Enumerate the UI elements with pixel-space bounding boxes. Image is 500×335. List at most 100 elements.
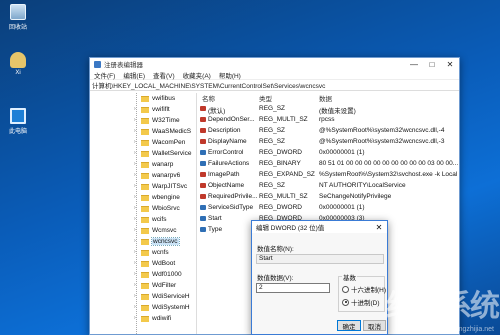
address-bar[interactable]: 计算机\HKEY_LOCAL_MACHINE\SYSTEM\CurrentCon… bbox=[90, 80, 459, 91]
column-header-type[interactable]: 类型 bbox=[259, 93, 272, 103]
tree-item[interactable]: › Wcmsvc bbox=[90, 225, 196, 236]
column-header-name[interactable]: 名称 bbox=[202, 93, 215, 103]
menu-edit[interactable]: 编辑(E) bbox=[123, 70, 145, 80]
value-row[interactable]: DependOnSer... REG_MULTI_SZ rpcss bbox=[198, 114, 459, 125]
tree-item[interactable]: › wdiwifi bbox=[90, 313, 196, 324]
tree-item-label: wanarp bbox=[152, 161, 174, 168]
expand-chevron-icon[interactable]: › bbox=[134, 151, 139, 156]
tree-item[interactable]: › WdiSystemH bbox=[90, 302, 196, 313]
expand-chevron-icon[interactable]: › bbox=[134, 228, 139, 233]
expand-chevron-icon[interactable]: › bbox=[134, 250, 139, 255]
dialog-title[interactable]: 编辑 DWORD (32 位)值 bbox=[252, 221, 387, 233]
value-row[interactable]: FailureActions REG_BINARY 80 51 01 00 00 0… bbox=[198, 158, 459, 169]
expand-chevron-icon[interactable]: › bbox=[134, 272, 139, 277]
radio-hex-label: 十六进制(H) bbox=[351, 287, 387, 294]
folder-icon bbox=[141, 172, 149, 179]
desktop-icon-recycle-bin[interactable]: 回收站 bbox=[4, 4, 32, 31]
value-data: 80 51 01 00 00 00 00 00 00 00 00 00 03 0… bbox=[319, 160, 459, 167]
expand-chevron-icon[interactable]: › bbox=[134, 316, 139, 321]
desktop-icon-user[interactable]: Xi bbox=[4, 52, 32, 76]
tree-item[interactable]: › W32Time bbox=[90, 115, 196, 126]
tree-item-label: WbioSrvc bbox=[152, 205, 180, 212]
menu-help[interactable]: 帮助(H) bbox=[219, 70, 241, 80]
expand-chevron-icon[interactable]: › bbox=[134, 206, 139, 211]
value-row[interactable]: ErrorControl REG_DWORD 0x00000001 (1) bbox=[198, 147, 459, 158]
value-row[interactable]: ServiceSidType REG_DWORD 0x00000001 (1) bbox=[198, 202, 459, 213]
value-row[interactable]: ImagePath REG_EXPAND_SZ %SystemRoot%\Syste… bbox=[198, 169, 459, 180]
tree-item[interactable]: › wanarpv6 bbox=[90, 170, 196, 181]
expand-chevron-icon[interactable]: › bbox=[134, 294, 139, 299]
column-header-data[interactable]: 数据 bbox=[319, 93, 332, 103]
value-row[interactable]: Description REG_SZ @%SystemRoot%\system32\… bbox=[198, 125, 459, 136]
expand-chevron-icon[interactable]: › bbox=[134, 107, 139, 112]
tree-item[interactable]: › WalletService bbox=[90, 148, 196, 159]
binary-value-icon bbox=[200, 216, 206, 221]
expand-chevron-icon[interactable]: › bbox=[134, 217, 139, 222]
value-name: ObjectName bbox=[208, 182, 245, 189]
value-row[interactable]: ObjectName REG_SZ NT AUTHORITY\LocalServic… bbox=[198, 180, 459, 191]
expand-chevron-icon[interactable]: › bbox=[134, 129, 139, 134]
expand-chevron-icon[interactable]: › bbox=[134, 118, 139, 123]
desktop-icon-label: 回收站 bbox=[8, 25, 27, 31]
tree-item[interactable]: › WdFilter bbox=[90, 280, 196, 291]
value-row[interactable]: (默认) REG_SZ (数值未设置) bbox=[198, 103, 459, 115]
tree-item-label: wcifs bbox=[152, 216, 167, 223]
menu-favorites[interactable]: 收藏夹(A) bbox=[183, 70, 211, 80]
expand-chevron-icon[interactable]: › bbox=[134, 239, 139, 244]
cancel-button[interactable]: 取消 bbox=[363, 320, 386, 331]
window-titlebar[interactable]: 注册表编辑器 — □ ✕ bbox=[90, 58, 459, 70]
value-name-field: Start bbox=[256, 254, 384, 264]
tree-item-label: W32Time bbox=[152, 117, 180, 124]
folder-icon bbox=[141, 216, 149, 223]
tree-item[interactable]: vwifibus bbox=[90, 93, 196, 104]
close-button[interactable]: ✕ bbox=[441, 58, 459, 70]
value-data: 0x00000001 (1) bbox=[319, 149, 365, 156]
tree-item[interactable]: › Wdf01000 bbox=[90, 269, 196, 280]
expand-chevron-icon[interactable]: › bbox=[134, 173, 139, 178]
dialog-close-button[interactable]: ✕ bbox=[373, 221, 385, 233]
tree-item-label: WdiSystemH bbox=[152, 304, 190, 311]
tree-item[interactable]: › WaaSMedicS bbox=[90, 126, 196, 137]
menu-view[interactable]: 查看(V) bbox=[153, 70, 175, 80]
value-name: ServiceSidType bbox=[208, 204, 254, 211]
tree-item[interactable]: › wbengine bbox=[90, 192, 196, 203]
tree-item[interactable]: › wcnfs bbox=[90, 247, 196, 258]
tree-item[interactable]: › WbioSrvc bbox=[90, 203, 196, 214]
string-value-icon bbox=[200, 117, 206, 122]
menu-file[interactable]: 文件(F) bbox=[94, 70, 115, 80]
folder-icon bbox=[141, 117, 149, 124]
tree-item[interactable]: › wcncsvc bbox=[90, 236, 196, 247]
value-data-field[interactable]: 2 bbox=[256, 283, 330, 293]
expand-chevron-icon[interactable]: › bbox=[134, 140, 139, 145]
edit-dword-dialog: 编辑 DWORD (32 位)值 ✕ 数值名称(N): Start 数值数据(V… bbox=[251, 220, 388, 335]
value-type: REG_SZ bbox=[259, 127, 286, 134]
folder-icon bbox=[141, 106, 149, 113]
folder-icon bbox=[141, 238, 149, 245]
value-row[interactable]: RequiredPrivile... REG_MULTI_SZ SeChangeNo… bbox=[198, 191, 459, 202]
tree-item-label: Wcmsvc bbox=[152, 227, 177, 234]
radio-hexadecimal[interactable]: 十六进制(H) bbox=[342, 284, 386, 294]
tree-item[interactable]: › WdiServiceH bbox=[90, 291, 196, 302]
radio-decimal[interactable]: 十进制(D) bbox=[342, 297, 380, 307]
maximize-button[interactable]: □ bbox=[423, 58, 441, 70]
expand-chevron-icon[interactable]: › bbox=[134, 184, 139, 189]
tree-item[interactable]: › vwififlt bbox=[90, 104, 196, 115]
string-value-icon bbox=[200, 172, 206, 177]
ok-button[interactable]: 确定 bbox=[337, 320, 361, 331]
expand-chevron-icon[interactable]: › bbox=[134, 195, 139, 200]
tree-item[interactable]: › WacomPen bbox=[90, 137, 196, 148]
tree-item[interactable]: › WarpJITSvc bbox=[90, 181, 196, 192]
expand-chevron-icon[interactable] bbox=[134, 96, 139, 101]
value-type: REG_EXPAND_SZ bbox=[259, 171, 315, 178]
expand-chevron-icon[interactable]: › bbox=[134, 283, 139, 288]
expand-chevron-icon[interactable]: › bbox=[134, 261, 139, 266]
minimize-button[interactable]: — bbox=[405, 58, 423, 70]
expand-chevron-icon[interactable]: › bbox=[134, 305, 139, 310]
value-data: rpcss bbox=[319, 116, 335, 123]
tree-item[interactable]: › wcifs bbox=[90, 214, 196, 225]
tree-item[interactable]: › WdBoot bbox=[90, 258, 196, 269]
desktop-icon-this-pc[interactable]: 此电脑 bbox=[4, 108, 32, 135]
expand-chevron-icon[interactable]: › bbox=[134, 162, 139, 167]
value-row[interactable]: DisplayName REG_SZ @%SystemRoot%\system32\… bbox=[198, 136, 459, 147]
tree-item[interactable]: › wanarp bbox=[90, 159, 196, 170]
